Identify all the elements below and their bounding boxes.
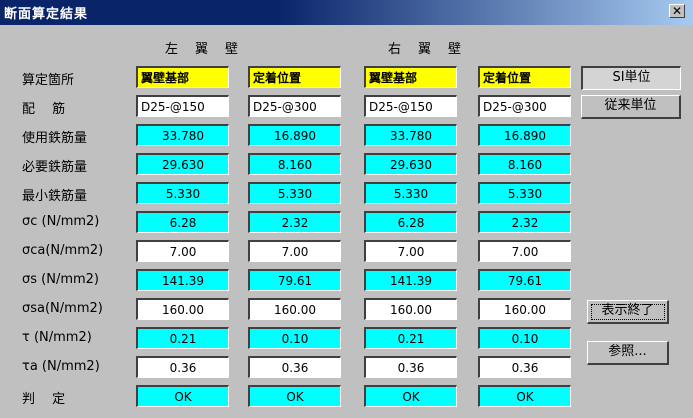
cell-left-base: 翼壁基部 <box>136 66 229 88</box>
row-label: 使用鉄筋量 <box>22 131 88 146</box>
cell-right-anchor: D25-@300 <box>478 95 571 117</box>
cell-right-base: 0.21 <box>364 327 457 349</box>
cell-left-base: 33.780 <box>136 124 229 146</box>
cell-left-anchor: 16.890 <box>248 124 341 146</box>
cell-right-base: 33.780 <box>364 124 457 146</box>
cell-left-anchor: 160.00 <box>248 298 341 320</box>
cell-right-base: D25-@150 <box>364 95 457 117</box>
cell-right-anchor: 0.36 <box>478 356 571 378</box>
cell-left-anchor: D25-@300 <box>248 95 341 117</box>
cell-right-anchor: 0.10 <box>478 327 571 349</box>
cell-right-anchor: 7.00 <box>478 240 571 262</box>
cell-left-anchor: 2.32 <box>248 211 341 233</box>
cell-right-base: 29.630 <box>364 153 457 175</box>
cell-right-anchor: 定着位置 <box>478 66 571 88</box>
cell-left-anchor: 定着位置 <box>248 66 341 88</box>
cell-right-base: 160.00 <box>364 298 457 320</box>
cell-right-base: 6.28 <box>364 211 457 233</box>
cell-left-anchor: 8.160 <box>248 153 341 175</box>
cell-right-base: OK <box>364 385 457 407</box>
cell-left-anchor: OK <box>248 385 341 407</box>
cell-right-anchor: OK <box>478 385 571 407</box>
cell-right-base: 0.36 <box>364 356 457 378</box>
row-label: 必要鉄筋量 <box>22 160 88 175</box>
cell-right-anchor: 2.32 <box>478 211 571 233</box>
row-label: 最小鉄筋量 <box>22 189 88 204</box>
cell-left-base: 29.630 <box>136 153 229 175</box>
cell-left-base: 0.36 <box>136 356 229 378</box>
cell-right-base: 5.330 <box>364 182 457 204</box>
cell-left-anchor: 79.61 <box>248 269 341 291</box>
cell-right-anchor: 79.61 <box>478 269 571 291</box>
close-display-button[interactable]: 表示終了 <box>587 300 669 324</box>
row-label: σc (N/mm2) <box>22 214 100 229</box>
cell-left-base: 160.00 <box>136 298 229 320</box>
left-wing-header: 左 翼 壁 <box>165 42 241 57</box>
result-window: 断面算定結果 ✕ 左 翼 壁 右 翼 壁 算定箇所 翼壁基部 定着位置 翼壁基部 定着位… <box>0 0 693 418</box>
right-wing-header: 右 翼 壁 <box>388 42 464 57</box>
cell-right-base: 翼壁基部 <box>364 66 457 88</box>
row-label: 配 筋 <box>22 102 66 117</box>
title-bar[interactable]: 断面算定結果 ✕ <box>0 0 693 25</box>
cell-left-base: 141.39 <box>136 269 229 291</box>
cell-left-anchor: 0.10 <box>248 327 341 349</box>
close-icon[interactable]: ✕ <box>669 4 685 18</box>
old-unit-button[interactable]: 従来単位 <box>581 95 681 119</box>
cell-left-anchor: 0.36 <box>248 356 341 378</box>
cell-left-base: 6.28 <box>136 211 229 233</box>
row-label: 算定箇所 <box>22 73 75 88</box>
row-label: 判 定 <box>22 392 66 407</box>
si-unit-button[interactable]: SI単位 <box>581 66 681 90</box>
cell-right-anchor: 16.890 <box>478 124 571 146</box>
cell-left-base: 0.21 <box>136 327 229 349</box>
window-title: 断面算定結果 <box>4 7 89 22</box>
cell-right-anchor: 8.160 <box>478 153 571 175</box>
cell-right-anchor: 5.330 <box>478 182 571 204</box>
cell-left-anchor: 7.00 <box>248 240 341 262</box>
cell-left-base: OK <box>136 385 229 407</box>
row-label: σsa(N/mm2) <box>22 301 103 316</box>
cell-left-base: 5.330 <box>136 182 229 204</box>
row-label: σca(N/mm2) <box>22 243 104 258</box>
row-label: σs (N/mm2) <box>22 272 99 287</box>
cell-right-base: 7.00 <box>364 240 457 262</box>
cell-right-anchor: 160.00 <box>478 298 571 320</box>
cell-left-base: D25-@150 <box>136 95 229 117</box>
cell-right-base: 141.39 <box>364 269 457 291</box>
reference-button[interactable]: 参照... <box>587 341 669 365</box>
cell-left-base: 7.00 <box>136 240 229 262</box>
row-label: τ (N/mm2) <box>22 330 92 345</box>
cell-left-anchor: 5.330 <box>248 182 341 204</box>
row-label: τa (N/mm2) <box>22 359 100 374</box>
